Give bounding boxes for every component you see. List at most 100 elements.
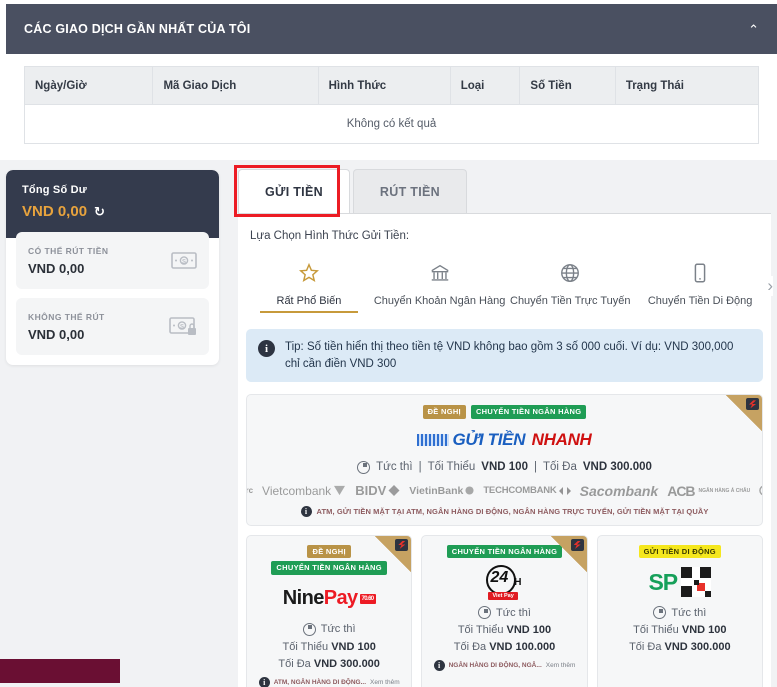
- viet24h-speed: Tức thì: [496, 606, 531, 619]
- fast-deposit-speed: Tức thì: [376, 461, 413, 474]
- promo-corner-ribbon-ninepay: [375, 535, 412, 572]
- payment-card-sp-qr[interactable]: GỬI TIỀN DI ĐỘNG SP Tức thì Tối Thiểu VN…: [596, 534, 763, 687]
- total-balance-label: Tổng Số Dư: [22, 184, 87, 196]
- cash-lock-icon: S: [169, 317, 197, 336]
- chevron-right-icon[interactable]: ›: [757, 276, 773, 296]
- fast-deposit-footnote-text: ATM, GỬI TIỀN MẶT TẠI ATM, NGÂN HÀNG DI …: [316, 506, 709, 516]
- svg-text:S: S: [180, 325, 184, 331]
- ninepay-logo-part2: Pay: [323, 587, 358, 610]
- sp-qr-speed-row: Tức thì: [606, 606, 754, 620]
- separator-1: |: [418, 461, 422, 474]
- sp-qr-max-value: VND 300.000: [664, 641, 731, 654]
- chevron-up-icon[interactable]: ⌃: [748, 23, 759, 36]
- non-withdrawable-text-block: KHÔNG THỂ RÚT VND 0,00: [28, 312, 105, 342]
- info-small-icon: i: [300, 505, 312, 517]
- vietinbank-mark-icon: [465, 486, 474, 495]
- method-very-popular-label: Rất Phổ Biến: [276, 295, 342, 307]
- fast-deposit-footnote: i ATM, GỬI TIỀN MẶT TẠI ATM, NGÂN HÀNG D…: [259, 505, 750, 517]
- deposit-panel: GỬI TIỀN RÚT TIỀN Lựa Chọn Hình Thức Gửi…: [234, 165, 773, 687]
- deposit-method-selector: Rất Phổ Biến Chuyển Khoản Ngân Hàng Chuy…: [238, 258, 773, 313]
- vietcombank-mark-icon: [334, 486, 346, 496]
- ninepay-footnote: i ATM, NGÂN HÀNG DI ĐỘNG... Xem thêm: [255, 676, 403, 687]
- bank-logo-extra: [759, 485, 762, 496]
- viet24h-min-row: Tối Thiểu VND 100: [430, 624, 578, 636]
- viet24h-footnote-text: NGÂN HÀNG DI ĐỘNG, NGÂ...: [448, 662, 542, 670]
- ninepay-logo-tag: 70.60: [359, 593, 376, 604]
- mobile-icon: [635, 258, 765, 288]
- ninepay-max-row: Tối Đa VND 300.000: [255, 658, 403, 670]
- viet24h-footnote: i NGÂN HÀNG DI ĐỘNG, NGÂ... Xem thêm: [430, 660, 578, 672]
- column-header-method: Hình Thức: [317, 66, 451, 105]
- bank-icon: [374, 258, 505, 288]
- column-header-transaction-id: Mã Giao Dịch: [152, 66, 319, 105]
- sp-qr-min-row: Tối Thiểu VND 100: [606, 624, 754, 636]
- bank-logo-sacombank: Sacombank: [579, 482, 659, 499]
- sp-qr-speed: Tức thì: [671, 606, 707, 619]
- info-small-icon-viet24h: i: [433, 660, 445, 672]
- page-root: CÁC GIAO DỊCH GẦN NHẤT CỦA TÔI ⌃ Ngày/Gi…: [0, 0, 777, 687]
- ninepay-max-label: Tối Đa: [278, 657, 311, 670]
- bank-logo-itrc: iTrc: [246, 486, 254, 496]
- promo-badge-icon: [746, 398, 759, 411]
- clock-icon-sp-qr: [653, 606, 667, 620]
- method-online-transfer[interactable]: Chuyển Tiền Trực Tuyến: [505, 258, 635, 313]
- payment-card-viet24h[interactable]: CHUYỂN TIỀN NGÂN HÀNG 24 H Viet Pay Tức …: [421, 534, 588, 687]
- balance-sub-list: CÓ THỂ RÚT TIỀN VND 0,00 S KHÔNG THỂ RÚT…: [16, 232, 209, 355]
- empty-result-text: Không có kết quả: [24, 104, 759, 144]
- ninepay-speed: Tức thì: [320, 623, 356, 636]
- payment-card-fast-deposit[interactable]: ĐỀ NGHỊ CHUYỂN TIỀN NGÂN HÀNG GỬI TIỀN N…: [246, 394, 763, 526]
- clock-icon: [357, 460, 371, 474]
- clock-icon-viet24h: [478, 606, 492, 620]
- sp-qr-logo-mark: SP: [648, 567, 712, 598]
- separator-2: |: [533, 461, 537, 474]
- viet24h-speed-row: Tức thì: [430, 606, 578, 620]
- choose-method-label: Lựa Chọn Hình Thức Gửi Tiền:: [250, 230, 410, 242]
- main-content-area: Tổng Số Dư VND 0,00 ↻ CÓ THỂ RÚT TIỀN VN…: [0, 160, 777, 687]
- fast-deposit-content: ĐỀ NGHỊ CHUYỂN TIỀN NGÂN HÀNG GỬI TIỀN N…: [247, 395, 762, 525]
- bank-label-vietcombank: Vietcombank: [262, 483, 332, 498]
- ninepay-see-more-link[interactable]: Xem thêm: [370, 679, 400, 686]
- method-bank-transfer[interactable]: Chuyển Khoản Ngân Hàng: [374, 258, 505, 313]
- tip-text: Tip: Số tiền hiển thị theo tiền tệ VND k…: [285, 341, 734, 370]
- fast-deposit-logo-part2: NHANH: [531, 429, 592, 449]
- viet24h-logo-h: H: [514, 577, 522, 589]
- viet24h-min-label: Tối Thiểu: [457, 624, 504, 637]
- non-withdrawable-amount: VND 0,00: [28, 326, 85, 342]
- deposit-withdraw-tabs: GỬI TIỀN RÚT TIỀN: [234, 165, 771, 217]
- badge-bank-transfer-viet24h: CHUYỂN TIỀN NGÂN HÀNG: [446, 544, 563, 559]
- promo-badge-icon-viet24h: [570, 538, 584, 551]
- tab-deposit[interactable]: GỬI TIỀN: [238, 169, 350, 213]
- qr-code-icon: [681, 567, 712, 598]
- tab-deposit-wrapper: GỬI TIỀN: [234, 165, 353, 217]
- payment-card-ninepay[interactable]: ĐỀ NGHỊ CHUYỂN TIỀN NGÂN HÀNG Nine Pay 70.…: [246, 534, 413, 687]
- promo-corner-ribbon-viet24h: [550, 535, 587, 572]
- bank-label-techcombank: TECHCOMBANK: [483, 485, 557, 497]
- bottom-left-accent-bar: [0, 659, 120, 683]
- sp-qr-max-label: Tối Đa: [629, 641, 662, 654]
- recent-transactions-body: Ngày/Giờ Mã Giao Dịch Hình Thức Loại Số …: [6, 54, 777, 144]
- non-withdrawable-label: KHÔNG THỂ RÚT: [28, 311, 105, 322]
- sp-qr-badges: GỬI TIỀN DI ĐỘNG: [606, 544, 754, 559]
- tab-withdraw[interactable]: RÚT TIỀN: [352, 169, 467, 213]
- info-icon: i: [258, 340, 275, 357]
- fast-deposit-min-label: Tối Thiểu: [427, 461, 476, 474]
- logo-speed-lines-icon: [417, 433, 450, 446]
- column-header-datetime: Ngày/Giờ: [23, 66, 154, 105]
- fast-deposit-limits: Tức thì | Tối Thiểu VND 100 | Tối Đa VND…: [259, 460, 750, 474]
- sp-qr-min-label: Tối Thiểu: [633, 624, 679, 637]
- viet24h-see-more-link[interactable]: Xem thêm: [546, 662, 576, 669]
- info-small-icon-ninepay: i: [258, 676, 270, 687]
- viet24h-max-row: Tối Đa VND 100.000: [430, 641, 578, 653]
- column-header-status: Trạng Thái: [614, 66, 760, 105]
- refresh-icon[interactable]: ↻: [94, 204, 105, 220]
- fast-deposit-badges: ĐỀ NGHỊ CHUYỂN TIỀN NGÂN HÀNG: [259, 405, 750, 419]
- withdrawable-amount: VND 0,00: [28, 260, 85, 276]
- method-mobile-transfer[interactable]: Chuyển Tiền Di Động: [635, 258, 765, 313]
- method-very-popular[interactable]: Rất Phổ Biến: [244, 258, 374, 313]
- ninepay-logo-text: Nine Pay 70.60: [283, 587, 376, 610]
- viet24h-logo-number: 24: [490, 569, 509, 587]
- total-balance-block: Tổng Số Dư VND 0,00 ↻: [6, 170, 219, 238]
- page-title: CÁC GIAO DỊCH GẦN NHẤT CỦA TÔI: [24, 22, 251, 36]
- badge-bank-transfer-ninepay: CHUYỂN TIỀN NGÂN HÀNG: [271, 561, 387, 575]
- recent-transactions-panel: CÁC GIAO DỊCH GẦN NHẤT CỦA TÔI ⌃ Ngày/Gi…: [6, 4, 777, 150]
